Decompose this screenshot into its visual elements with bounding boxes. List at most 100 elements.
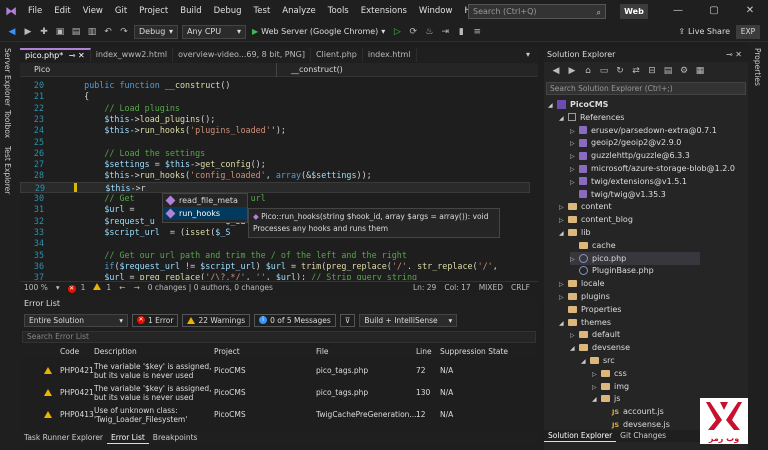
collapse-all-icon[interactable]: ⊟ [644, 66, 660, 76]
filter-icon[interactable]: ⊽ [339, 313, 356, 327]
menu-extensions[interactable]: Extensions [355, 0, 413, 22]
tree-item[interactable]: ▷ microsoft/azure-storage-blob@1.2.0 [570, 162, 735, 175]
tree-item[interactable]: ◢ PicoCMS [548, 98, 608, 111]
tab-solution-explorer[interactable]: Solution Explorer [544, 430, 617, 442]
tab-git-changes[interactable]: Git Changes [616, 430, 670, 442]
expander-icon[interactable]: ◢ [559, 317, 568, 330]
show-all-files-icon[interactable]: ▤ [660, 66, 676, 76]
warning-count[interactable]: 1 [106, 283, 111, 292]
menu-window[interactable]: Window [413, 0, 459, 22]
tab-breakpoints[interactable]: Breakpoints [149, 432, 202, 444]
column-header-suppression-state[interactable]: Suppression State [440, 345, 508, 358]
line-ending[interactable]: CRLF [511, 283, 530, 292]
tab-index-www2[interactable]: index_www2.html [91, 48, 174, 62]
code-line[interactable]: 22 // Load plugins [20, 103, 530, 114]
next-icon[interactable]: → [133, 283, 139, 292]
tree-item[interactable]: JS account.js [603, 405, 664, 418]
error-row[interactable]: PHP0413 Use of unknown class: 'Twig_Loader… [20, 404, 538, 425]
tree-item[interactable]: ▷ img [592, 380, 629, 393]
tree-item[interactable]: ▷ default [570, 328, 620, 341]
minimize-icon[interactable]: — [660, 0, 696, 22]
tree-item[interactable]: ▷ css [592, 367, 627, 380]
column-header-line[interactable]: Line [416, 345, 432, 358]
tab-task-runner-explorer[interactable]: Task Runner Explorer [20, 432, 107, 444]
warnings-filter-button[interactable]: 22 Warnings [182, 313, 251, 327]
expander-icon[interactable]: ◢ [559, 227, 568, 240]
menu-project[interactable]: Project [133, 0, 174, 22]
menu-view[interactable]: View [77, 0, 109, 22]
code-line[interactable]: 35 // Get our url path and trim the / of… [20, 250, 530, 261]
code-line[interactable]: 30 // Get cript url [20, 193, 530, 204]
hot-reload-icon[interactable]: ♨ [421, 27, 437, 37]
toolbox-tab[interactable]: Toolbox [3, 110, 12, 138]
platform-dropdown[interactable]: Any CPU ▾ [182, 24, 246, 39]
workload-badge[interactable]: Web [620, 4, 648, 19]
expander-icon[interactable]: ◢ [581, 355, 590, 368]
column-header-file[interactable]: File [316, 345, 329, 358]
expander-icon[interactable]: ◢ [570, 342, 579, 355]
properties-tab[interactable]: Properties [753, 48, 762, 86]
code-editor[interactable]: 20 public function __construct() 21 {22 /… [20, 77, 538, 280]
start-without-debug-icon[interactable]: ▷ [389, 27, 405, 37]
maximize-icon[interactable]: ▢ [696, 0, 732, 22]
code-line[interactable]: 34 [20, 238, 530, 249]
zoom-level[interactable]: 100 % [24, 283, 48, 292]
menu-build[interactable]: Build [174, 0, 207, 22]
step-icon[interactable]: ⇥ [437, 27, 453, 37]
class-dropdown[interactable]: Pico [20, 63, 270, 77]
visual-studio-logo-icon[interactable]: ⧓ [0, 0, 22, 22]
solution-search-input[interactable]: Search Solution Explorer (Ctrl+;) [546, 82, 746, 95]
sync-icon[interactable]: ⇄ [628, 66, 644, 76]
tree-item[interactable]: ▷ locale [559, 277, 605, 290]
zoom-dropdown-icon[interactable]: ▾ [56, 283, 60, 292]
close-tab-icon[interactable]: ✕ [78, 51, 85, 60]
expander-icon[interactable]: ◢ [559, 112, 568, 125]
configuration-dropdown[interactable]: Debug ▾ [134, 24, 178, 39]
tree-item[interactable]: ◢ js [592, 392, 620, 405]
menu-file[interactable]: File [22, 0, 48, 22]
tree-item[interactable]: PluginBase.php [570, 264, 654, 277]
error-list-search-input[interactable]: Search Error List [22, 331, 536, 343]
forward-icon[interactable]: ▶ [564, 66, 580, 76]
back-icon[interactable]: ◀ [4, 27, 20, 37]
tree-item[interactable]: ▷ content_blog [559, 213, 633, 226]
expander-icon[interactable]: ◢ [592, 393, 601, 406]
new-item-icon[interactable]: ✚ [36, 27, 52, 37]
column-header-description[interactable]: Description [94, 345, 137, 358]
menu-edit[interactable]: Edit [48, 0, 76, 22]
completion-item-run-hooks[interactable]: run_hooks [163, 207, 247, 220]
preview-icon[interactable]: ▦ [692, 66, 708, 76]
scope-dropdown[interactable]: Entire Solution ▾ [24, 313, 128, 327]
tree-item[interactable]: ◢ src [581, 354, 615, 367]
tree-item[interactable]: twig/twig@v1.35.3 [570, 188, 666, 201]
tab-index-html[interactable]: index.html [363, 48, 417, 62]
column-header-code[interactable]: Code [60, 345, 79, 358]
code-line[interactable]: 28 $this->run_hooks('config_loaded', arr… [20, 170, 530, 181]
code-line[interactable]: 26 // Load the settings [20, 148, 530, 159]
test-explorer-tab[interactable]: Test Explorer [3, 146, 12, 194]
forward-icon[interactable]: ▶ [20, 27, 36, 37]
open-icon[interactable]: ▣ [52, 27, 68, 37]
code-line[interactable]: 20 public function __construct() [20, 80, 530, 91]
tab-overflow-icon[interactable]: ▾ [526, 50, 530, 59]
build-filter-dropdown[interactable]: Build + IntelliSense ▾ [359, 313, 458, 327]
column-header-project[interactable]: Project [214, 345, 240, 358]
menu-test[interactable]: Test [248, 0, 277, 22]
menu-debug[interactable]: Debug [208, 0, 248, 22]
tree-item[interactable]: ▷ erusev/parsedown-extra@0.7.1 [570, 124, 717, 137]
switch-views-icon[interactable]: ▭ [596, 66, 612, 76]
tree-item[interactable]: ▷ twig/extensions@v1.5.1 [570, 175, 687, 188]
tree-item[interactable]: ▷ content [559, 200, 612, 213]
code-line[interactable]: 27 $settings = $this->get_config(); [20, 159, 530, 170]
redo-icon[interactable]: ↷ [116, 27, 132, 37]
tree-item[interactable]: ▷ guzzlehttp/guzzle@6.3.3 [570, 149, 690, 162]
tree-item[interactable]: ◢ devsense [570, 341, 630, 354]
tree-item[interactable]: ▷ plugins [559, 290, 610, 303]
pin-icon[interactable]: ⊸ [69, 51, 76, 60]
tab-overview-video[interactable]: overview-video...69, 8 bit, PNG] [173, 48, 311, 62]
exp-badge[interactable]: EXP [736, 24, 760, 39]
errors-filter-button[interactable]: ✕ 1 Error [132, 313, 179, 327]
tree-item[interactable]: ▷ pico.php [570, 251, 700, 265]
refresh-icon[interactable]: ⟳ [405, 27, 421, 37]
close-icon[interactable]: ✕ [732, 0, 768, 22]
